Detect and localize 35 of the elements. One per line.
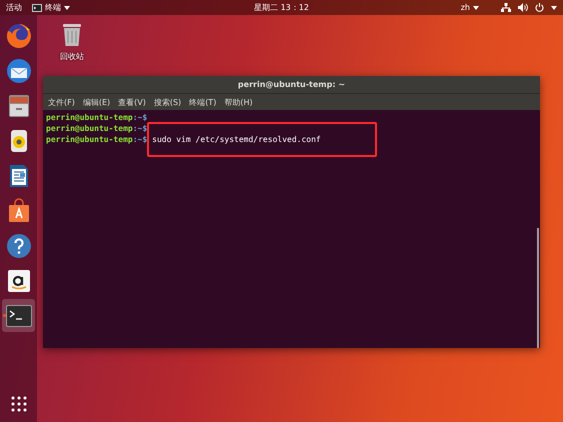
app-menu[interactable]: 终端 [32, 2, 70, 13]
prompt-user-host: perrin@ubuntu-temp [46, 135, 133, 144]
prompt-path: :~$ [132, 135, 148, 144]
fox-globe-icon [6, 22, 32, 48]
scrollbar[interactable] [537, 228, 539, 348]
letter-a-icon [6, 268, 32, 294]
menu-item[interactable]: 查看(V) [118, 96, 146, 108]
network-icon[interactable] [501, 3, 511, 12]
running-indicator [3, 314, 6, 317]
help-icon [6, 232, 32, 258]
terminal-icon [32, 4, 42, 12]
menu-item[interactable]: 搜索(S) [154, 96, 182, 108]
clock[interactable]: 星期二 13：12 [254, 2, 309, 13]
volume-icon[interactable] [518, 3, 528, 12]
power-icon[interactable] [535, 3, 544, 12]
terminal-icon [6, 304, 32, 326]
app-grid-icon[interactable] [10, 396, 26, 412]
prompt-path: :~$ [132, 113, 148, 122]
mail-bird-icon [6, 58, 32, 84]
caret-icon [473, 6, 479, 10]
menu-item[interactable]: 终端(T) [189, 96, 216, 108]
caret-icon [64, 6, 70, 10]
prompt-user-host: perrin@ubuntu-temp [46, 124, 133, 133]
window-title: perrin@ubuntu-temp: ~ [238, 80, 346, 89]
prompt-path: :~$ [132, 124, 148, 133]
menu-item[interactable]: 编辑(E) [82, 96, 110, 108]
activities-button[interactable]: 活动 [6, 2, 22, 13]
menu-item[interactable]: 文件(F) [48, 96, 75, 108]
caret-icon[interactable] [551, 6, 557, 10]
trash-can-icon[interactable] [62, 23, 82, 47]
input-method-menu[interactable]: zh [460, 3, 479, 12]
command-text: sudo vim /etc/systemd/resolved.conf [152, 135, 321, 144]
menu-item[interactable]: 帮助(H) [224, 96, 253, 108]
prompt-user-host: perrin@ubuntu-temp [46, 113, 133, 122]
desktop-icon-label[interactable]: 回收站 [60, 51, 84, 62]
